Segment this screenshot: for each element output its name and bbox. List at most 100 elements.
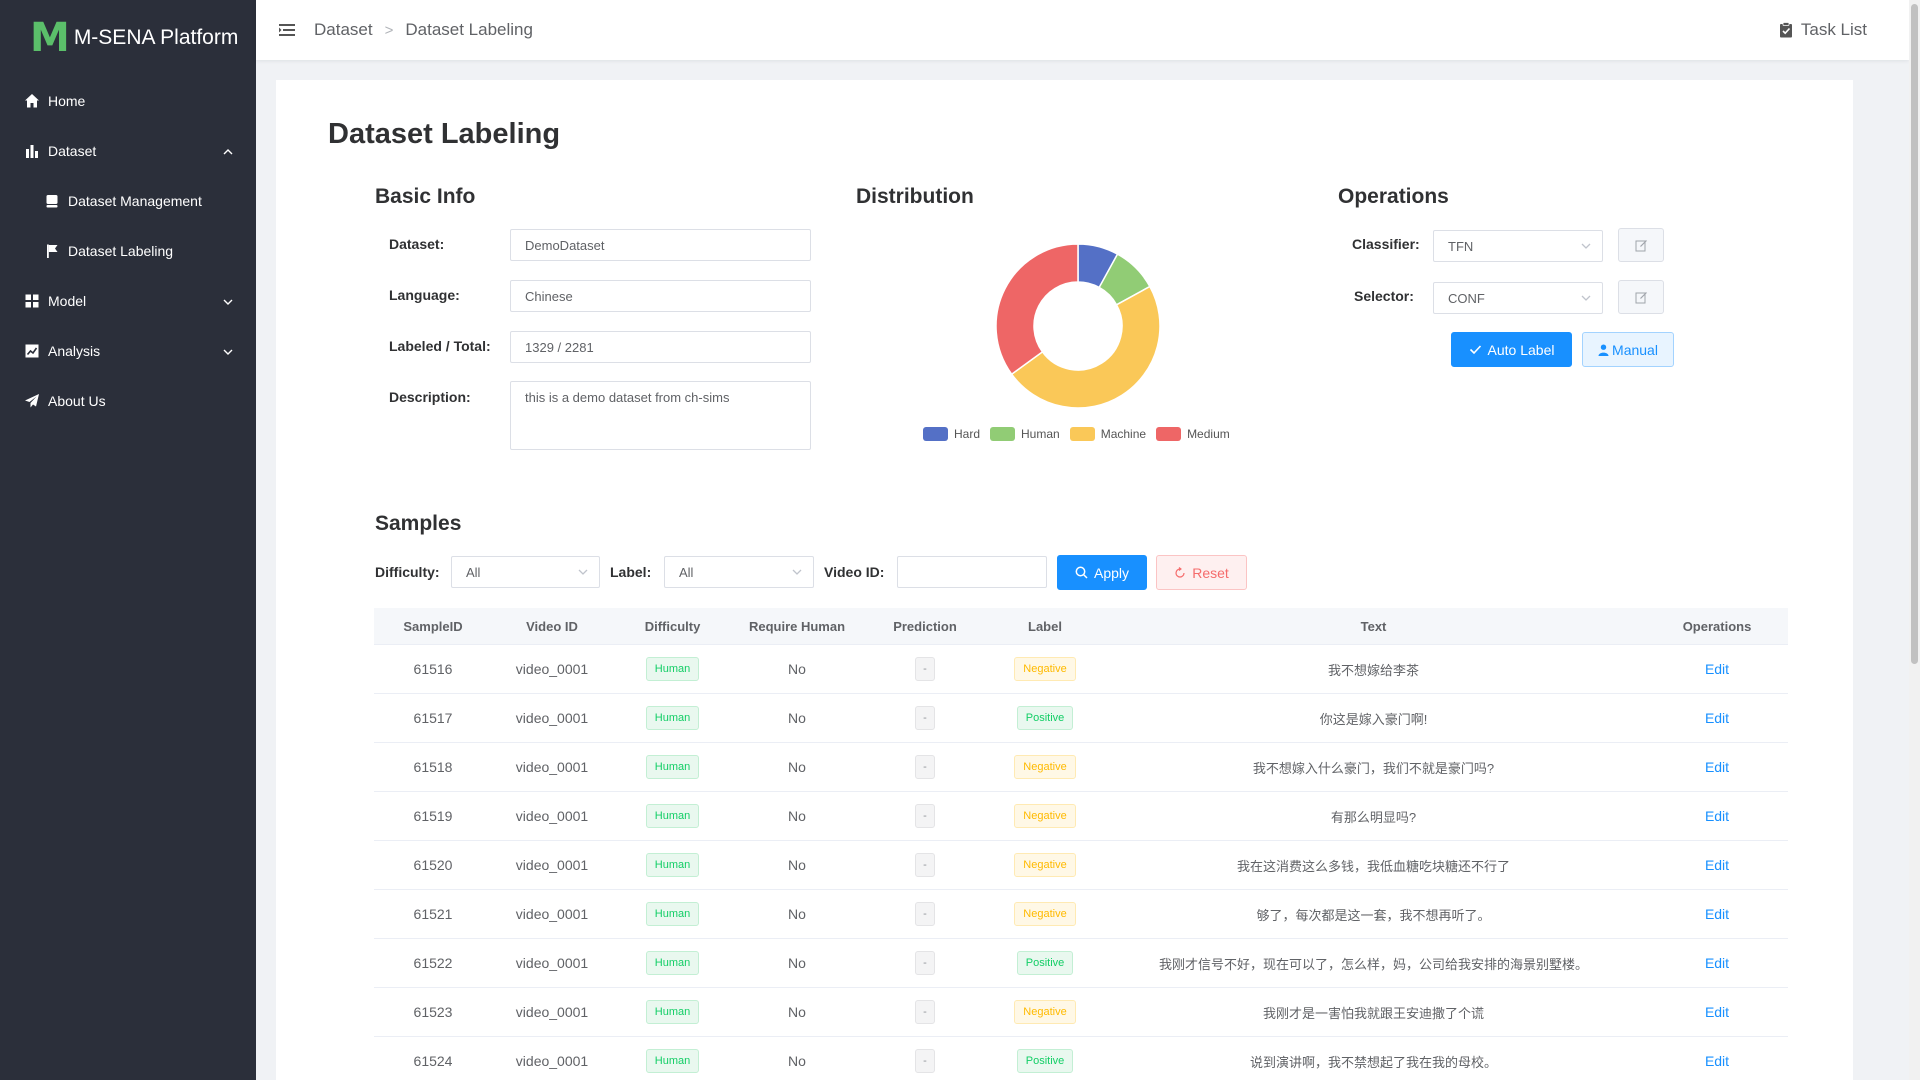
video-id-cell: video_0001 <box>515 1053 589 1069</box>
column-header-sampleid[interactable]: SampleID <box>374 619 492 634</box>
selector-select[interactable]: CONF <box>1433 282 1603 314</box>
legend-swatch <box>990 427 1016 441</box>
selector-label: Selector: <box>1354 288 1414 304</box>
auto-label-text: Auto Label <box>1487 341 1555 358</box>
language-field[interactable]: Chinese <box>510 280 811 312</box>
apply-text: Apply <box>1093 564 1130 581</box>
classifier-select[interactable]: TFN <box>1433 230 1603 262</box>
page-scrollbar[interactable] <box>1909 0 1920 1080</box>
difficulty-cell: Human <box>612 804 733 828</box>
reset-button[interactable]: Reset <box>1156 555 1247 590</box>
logo-mark: M <box>30 15 70 61</box>
sidebar-item-home[interactable]: Home <box>0 76 256 126</box>
column-header-require-human[interactable]: Require Human <box>733 619 861 634</box>
basic-info-title: Basic Info <box>375 185 476 208</box>
edit-link[interactable]: Edit <box>1705 955 1729 971</box>
reset-text: Reset <box>1192 564 1229 581</box>
sidebar-item-about-us[interactable]: About Us <box>0 376 256 426</box>
video-id-input[interactable] <box>897 556 1047 588</box>
text-cell: 我刚才信号不好，现在可以了，怎么样，妈，公司给我安排的海景别墅楼。 <box>1158 956 1588 972</box>
label-tag: Negative <box>1014 853 1076 877</box>
text-cell: 我刚才是一害怕我就跟王安迪撒了个谎 <box>1262 1005 1484 1021</box>
column-header-difficulty[interactable]: Difficulty <box>612 619 733 634</box>
logo[interactable]: M M-SENA Platform <box>0 0 256 76</box>
legend-item-machine[interactable]: Machine <box>1069 427 1146 441</box>
label-filter-value: All <box>679 564 694 580</box>
line-chart-icon <box>24 343 40 359</box>
bar-chart-icon <box>24 143 40 159</box>
operations-cell: Edit <box>1646 857 1788 873</box>
pie-slice-medium[interactable] <box>995 243 1079 376</box>
difficulty-tag: Human <box>645 1049 700 1073</box>
top-header: Dataset > Dataset Labeling Task List <box>256 0 1909 60</box>
column-header-label[interactable]: Label <box>989 619 1101 634</box>
sidebar-item-label: Dataset Labeling <box>68 243 174 259</box>
scrollbar-thumb[interactable] <box>1911 4 1918 664</box>
edit-icon <box>1635 239 1647 251</box>
column-header-prediction[interactable]: Prediction <box>861 619 989 634</box>
label-filter-select[interactable]: All <box>664 556 814 588</box>
operations-cell: Edit <box>1646 955 1788 971</box>
samples-table: SampleID Video ID Difficulty Require Hum… <box>374 608 1788 1080</box>
legend-item-medium[interactable]: Medium <box>1156 427 1230 441</box>
video-id-cell: video_0001 <box>515 906 589 922</box>
operations-cell: Edit <box>1646 906 1788 922</box>
edit-link[interactable]: Edit <box>1705 710 1729 726</box>
edit-link[interactable]: Edit <box>1705 1053 1729 1069</box>
labeled-total-field[interactable]: 1329 / 2281 <box>510 331 811 363</box>
legend-item-human[interactable]: Human <box>990 427 1060 441</box>
task-list-label: Task List <box>1800 20 1867 39</box>
operations-title: Operations <box>1338 185 1449 208</box>
auto-label-button[interactable]: Auto Label <box>1451 332 1572 367</box>
label-tag: Negative <box>1014 804 1076 828</box>
legend-label: Human <box>1021 427 1060 441</box>
difficulty-cell: Human <box>612 853 733 877</box>
video-id-cell: video_0001 <box>515 955 589 971</box>
prediction-cell: - <box>861 853 989 877</box>
sample-id-cell: 61520 <box>413 857 453 873</box>
column-header-video-id[interactable]: Video ID <box>492 619 612 634</box>
task-list-button[interactable]: Task List <box>1779 20 1867 40</box>
require-human-cell: No <box>788 857 806 873</box>
column-header-text[interactable]: Text <box>1101 619 1646 634</box>
classifier-edit-button[interactable] <box>1618 228 1664 262</box>
difficulty-tag: Human <box>645 1000 700 1024</box>
dataset-field[interactable]: DemoDataset <box>510 229 811 261</box>
sidebar-item-label: About Us <box>48 393 106 409</box>
selector-edit-button[interactable] <box>1618 280 1664 314</box>
home-icon <box>24 93 40 109</box>
difficulty-cell: Human <box>612 1000 733 1024</box>
sidebar-item-dataset-management[interactable]: Dataset Management <box>0 176 256 226</box>
distribution-title: Distribution <box>856 185 974 208</box>
edit-link[interactable]: Edit <box>1705 1004 1729 1020</box>
edit-link[interactable]: Edit <box>1705 906 1729 922</box>
legend-item-hard[interactable]: Hard <box>923 427 980 441</box>
video-id-filter-label: Video ID: <box>824 564 885 580</box>
label-tag: Negative <box>1014 755 1076 779</box>
edit-link[interactable]: Edit <box>1705 759 1729 775</box>
manual-button[interactable]: Manual <box>1582 332 1674 367</box>
sample-id-cell: 61518 <box>413 759 453 775</box>
sidebar-item-dataset[interactable]: Dataset <box>0 126 256 176</box>
difficulty-tag: Human <box>645 657 700 681</box>
apply-button[interactable]: Apply <box>1057 555 1147 590</box>
sidebar-item-dataset-labeling[interactable]: Dataset Labeling <box>0 226 256 276</box>
search-icon <box>1075 566 1088 579</box>
prediction-tag: - <box>915 1049 935 1073</box>
sample-id-cell: 61516 <box>413 661 453 677</box>
breadcrumb-current: Dataset Labeling <box>405 20 533 39</box>
sample-id-cell: 61524 <box>413 1053 453 1069</box>
legend-swatch <box>1156 427 1182 441</box>
hamburger-icon[interactable] <box>278 21 296 39</box>
breadcrumb-dataset[interactable]: Dataset <box>314 20 373 40</box>
edit-link[interactable]: Edit <box>1705 857 1729 873</box>
difficulty-filter-select[interactable]: All <box>451 556 600 588</box>
description-field[interactable]: this is a demo dataset from ch-sims <box>510 381 811 450</box>
grid-icon <box>24 293 40 309</box>
edit-link[interactable]: Edit <box>1705 661 1729 677</box>
sidebar-item-analysis[interactable]: Analysis <box>0 326 256 376</box>
label-tag: Negative <box>1014 902 1076 926</box>
classifier-value: TFN <box>1448 238 1474 254</box>
edit-link[interactable]: Edit <box>1705 808 1729 824</box>
sidebar-item-model[interactable]: Model <box>0 276 256 326</box>
